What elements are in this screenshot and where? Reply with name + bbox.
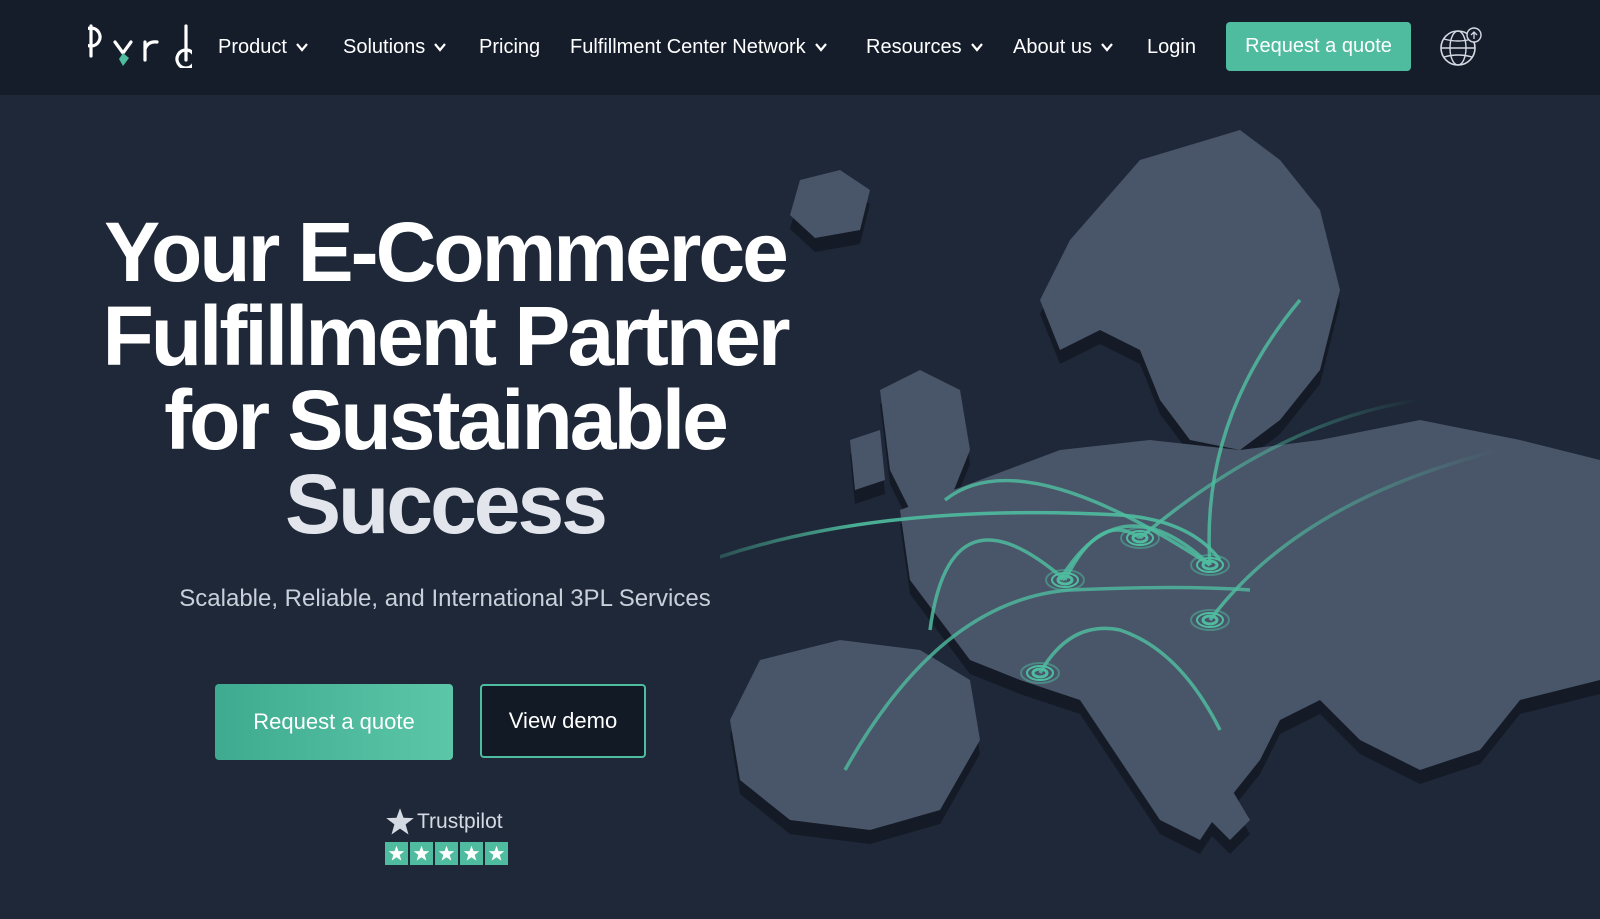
hero-title-line: Your E-Commerce [104,205,789,299]
nav-fulfillment-network-label: Fulfillment Center Network [570,35,806,58]
trustpilot-stars [385,842,515,865]
view-demo-button[interactable]: View demo [480,684,646,758]
nav-about-us[interactable]: About us [1013,34,1114,60]
hero-title-line: Success [285,457,608,551]
nav-resources[interactable]: Resources [866,34,984,60]
star-icon [435,842,458,865]
chevron-down-icon [434,43,447,52]
nav-product[interactable]: Product [218,34,309,60]
europe-network-map [720,130,1600,854]
star-icon [460,842,483,865]
nav-pricing-label: Pricing [479,35,541,58]
nav-request-quote-button[interactable]: Request a quote [1226,22,1411,71]
nav-fulfillment-network[interactable]: Fulfillment Center Network [570,34,828,60]
hero-title-line: Fulfillment Partner [102,289,790,383]
nav-solutions-label: Solutions [343,35,426,58]
chevron-down-icon [1101,43,1113,52]
byrd-logo[interactable] [88,22,192,68]
nav-pricing[interactable]: Pricing [479,34,540,60]
nav-login-label: Login [1147,35,1196,58]
chevron-down-icon [970,43,983,52]
nav-resources-label: Resources [866,35,962,58]
star-icon [410,842,433,865]
star-icon [485,842,508,865]
top-navigation: Product Solutions Pricing Fulfillment Ce… [0,0,1600,95]
star-icon [385,842,408,865]
trustpilot-label: Trustpilot [417,810,503,833]
nav-about-us-label: About us [1013,35,1092,58]
nav-solutions[interactable]: Solutions [343,34,447,60]
nav-login[interactable]: Login [1147,34,1196,60]
hero-subtitle: Scalable, Reliable, and International 3P… [179,585,711,612]
globe-icon[interactable] [1436,24,1484,70]
trustpilot-star-icon [386,808,414,835]
chevron-down-icon [296,43,308,52]
request-quote-button[interactable]: Request a quote [215,684,453,760]
hero-title: Your E-Commerce Fulfillment Partner for … [80,210,810,546]
chevron-down-icon [814,43,827,52]
trustpilot-rating[interactable]: Trustpilot [385,806,515,870]
nav-product-label: Product [218,35,287,58]
hero-title-line: for Sustainable [164,373,729,467]
